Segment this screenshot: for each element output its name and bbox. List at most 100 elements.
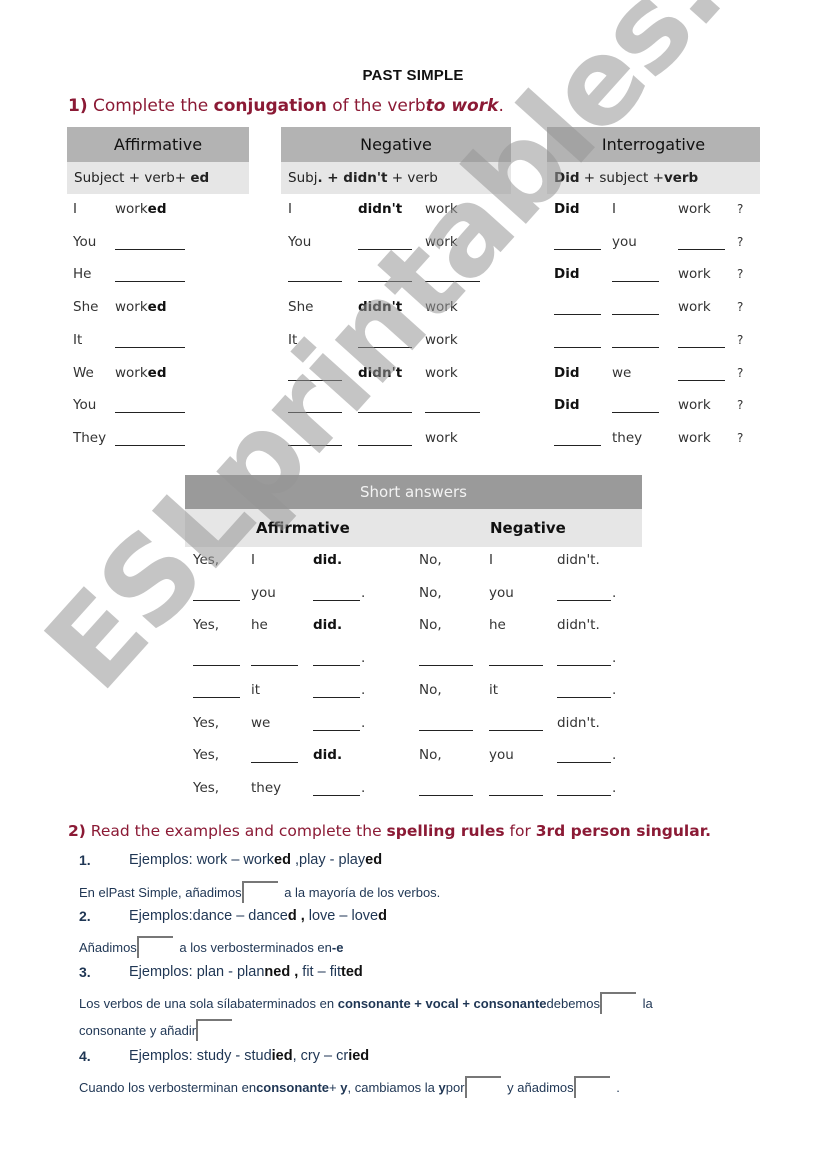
answer-blank[interactable]: [419, 729, 473, 731]
answer-blank[interactable]: [193, 599, 240, 601]
subject-pronoun: We: [73, 364, 94, 381]
short-answer-part: we: [251, 714, 271, 731]
fill-in-box[interactable]: [464, 1076, 501, 1098]
answer-blank[interactable]: [313, 599, 360, 601]
answer-blank[interactable]: [358, 280, 412, 283]
answer-blank[interactable]: [115, 444, 185, 446]
plain-text: Los verbos de una sola sílabaterminados …: [79, 996, 338, 1011]
answer-blank[interactable]: [313, 794, 360, 796]
instruction-text: Read the examples and complete the: [85, 822, 387, 840]
answer-blank[interactable]: [288, 411, 342, 414]
answer-blank[interactable]: [612, 411, 659, 414]
subject-pronoun: You: [73, 233, 97, 250]
rule-number: 3.: [79, 964, 91, 980]
answer-blank[interactable]: [557, 761, 611, 763]
short-answer-part: did.: [313, 552, 343, 568]
rule-line: Añadimos a los verbosterminados en-e: [79, 936, 343, 958]
answer-blank[interactable]: [612, 280, 659, 283]
short-answer-part: you: [489, 747, 514, 763]
answer-blank[interactable]: [288, 379, 342, 381]
answer-blank[interactable]: [313, 664, 360, 666]
period: .: [612, 682, 617, 698]
emphasis-text: ed: [274, 852, 291, 868]
answer-blank[interactable]: [612, 313, 659, 316]
rule-line: Los verbos de una sola sílabaterminados …: [79, 992, 653, 1014]
answer-blank[interactable]: [115, 280, 185, 283]
interrogative-table: Interrogative Did + subject +verb: [547, 127, 760, 194]
answer-blank[interactable]: [251, 761, 298, 763]
answer-blank[interactable]: [251, 664, 298, 666]
answer-blank[interactable]: [557, 794, 611, 796]
period: .: [361, 682, 366, 698]
fill-in-box[interactable]: [599, 992, 636, 1014]
verb: work: [678, 397, 711, 414]
answer-blank[interactable]: [193, 664, 240, 666]
answer-blank[interactable]: [554, 346, 601, 348]
emphasis-text: d: [378, 908, 387, 924]
subject-pronoun: It: [73, 331, 83, 348]
answer-blank[interactable]: [358, 444, 412, 446]
auxiliary: Did: [554, 201, 580, 217]
answer-blank[interactable]: [115, 346, 185, 348]
emphasis-text: ied: [348, 1048, 370, 1064]
answer-blank[interactable]: [115, 411, 185, 414]
answer-blank[interactable]: [288, 444, 342, 446]
formula-text: + verb: [387, 170, 438, 186]
short-answer-part: I: [489, 552, 493, 568]
answer-blank[interactable]: [678, 379, 725, 381]
auxiliary: Did: [554, 364, 580, 381]
auxiliary: Did: [554, 266, 580, 283]
answer-blank[interactable]: [678, 346, 725, 348]
plain-text: +: [329, 1080, 341, 1095]
plain-text: a la mayoría de los verbos.: [280, 885, 441, 900]
answer-blank[interactable]: [193, 696, 240, 698]
fill-in-box[interactable]: [573, 1076, 610, 1098]
answer-blank[interactable]: [489, 729, 543, 731]
answer-blank[interactable]: [557, 599, 611, 601]
answer-blank[interactable]: [358, 248, 412, 250]
verb: work: [425, 233, 458, 250]
answer-blank[interactable]: [115, 248, 185, 250]
answer-blank[interactable]: [554, 248, 601, 250]
answer-blank[interactable]: [678, 248, 725, 250]
fill-in-box[interactable]: [196, 1019, 233, 1041]
emphasis-text: ned ,: [264, 964, 303, 980]
verb: work: [425, 201, 458, 217]
fill-in-box[interactable]: [136, 936, 173, 958]
answer-blank[interactable]: [288, 280, 342, 283]
answer-blank[interactable]: [425, 280, 480, 283]
answer-blank[interactable]: [489, 664, 543, 666]
answer-blank[interactable]: [358, 411, 412, 414]
instruction-keyword: conjugation: [213, 96, 327, 116]
subject-pronoun: It: [288, 331, 298, 348]
answer-blank[interactable]: [419, 794, 473, 796]
answer-blank[interactable]: [612, 346, 659, 348]
short-answer-part: didn't.: [557, 617, 600, 633]
period: .: [612, 779, 617, 796]
fill-in-box[interactable]: [241, 881, 278, 903]
short-answers-subheader: Affirmative Negative: [185, 509, 642, 547]
exercise-2-instruction: 2) Read the examples and complete the sp…: [68, 822, 711, 840]
answer-blank[interactable]: [554, 313, 601, 316]
verb-form: worked: [115, 364, 167, 381]
formula-text: Subject + verb+: [74, 170, 191, 186]
answer-blank[interactable]: [358, 346, 412, 348]
plain-text: Ejemplos: work – work: [129, 852, 275, 868]
auxiliary: didn't: [358, 201, 403, 217]
answer-blank[interactable]: [489, 794, 543, 796]
plain-text: .: [612, 1080, 620, 1095]
answer-blank[interactable]: [313, 729, 360, 731]
short-answer-part: No,: [419, 682, 442, 698]
answer-blank[interactable]: [554, 444, 601, 446]
answer-blank[interactable]: [557, 696, 611, 698]
plain-text: por: [445, 1080, 465, 1095]
short-answer-part: did.: [313, 617, 343, 633]
verb: work: [425, 364, 458, 381]
plain-text: Ejemplos:dance – dance: [129, 908, 288, 924]
answer-blank[interactable]: [425, 411, 480, 414]
negative-header: Negative: [281, 127, 511, 162]
answer-blank[interactable]: [419, 664, 473, 666]
answer-blank[interactable]: [313, 696, 360, 698]
short-answer-part: he: [251, 617, 268, 633]
answer-blank[interactable]: [557, 664, 611, 666]
